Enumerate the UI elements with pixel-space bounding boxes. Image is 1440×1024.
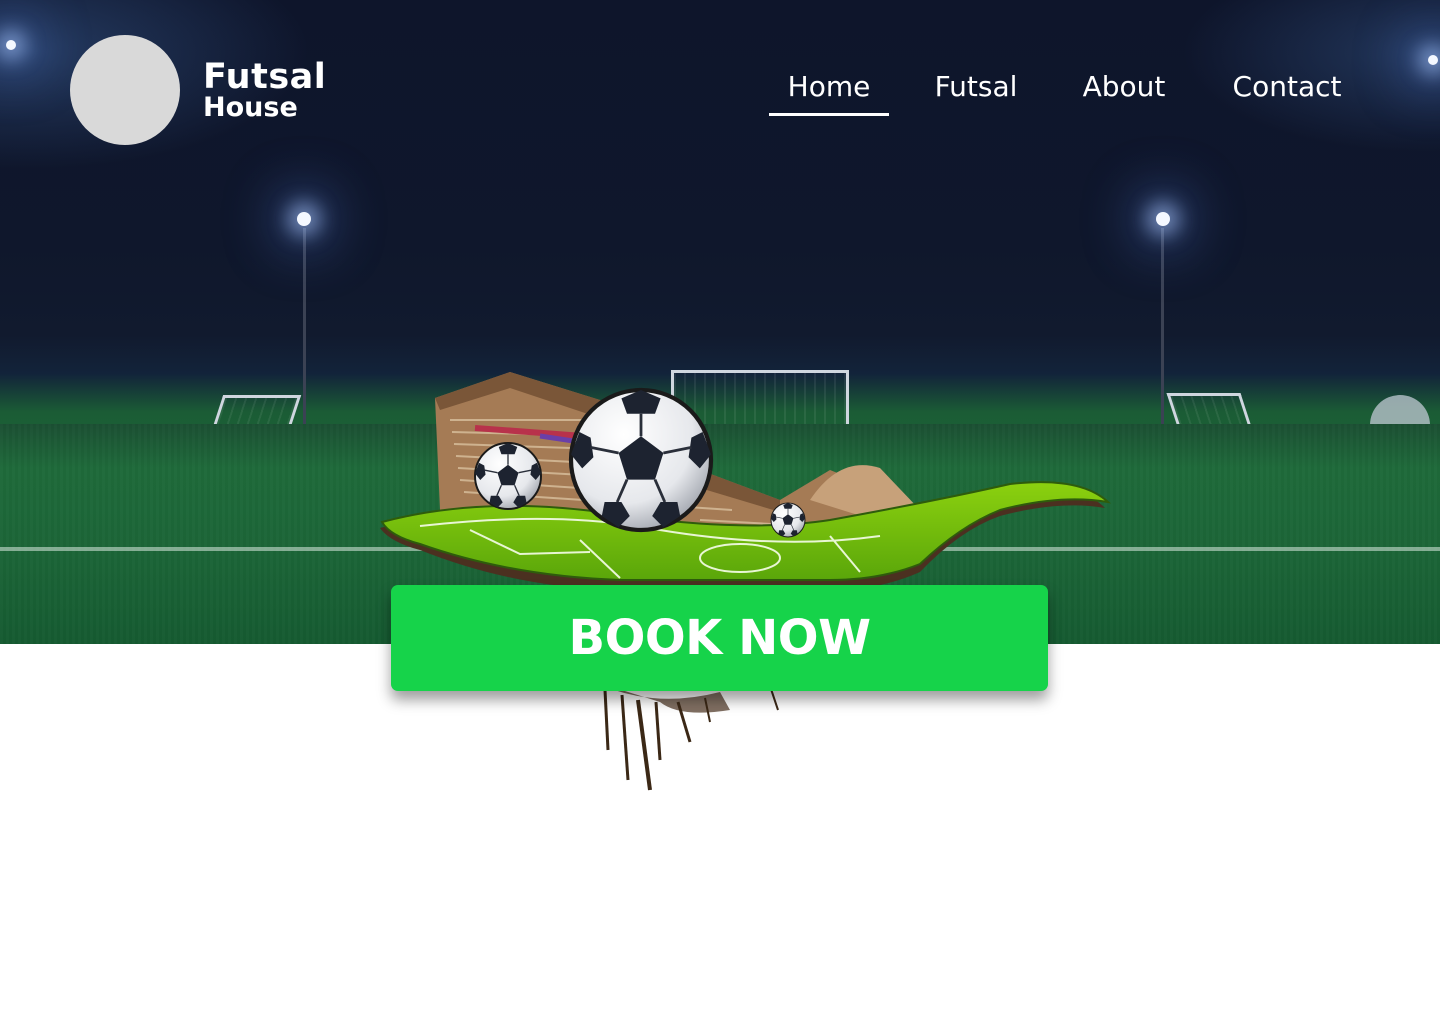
- soccer-ball-icon: [571, 390, 711, 530]
- floodlight: [1156, 212, 1170, 226]
- nav-active-underline: [769, 113, 889, 116]
- goal-post: [1166, 393, 1252, 427]
- floodlight-pole: [303, 228, 306, 428]
- nav-contact[interactable]: Contact: [1218, 66, 1356, 108]
- soccer-ball-icon: [474, 442, 542, 510]
- soccer-ball-icon: [770, 502, 806, 538]
- floodlight-pole: [1161, 228, 1164, 428]
- nav-about[interactable]: About: [1066, 66, 1182, 108]
- goal-post: [212, 395, 302, 427]
- stadium-illustration: [380, 372, 1112, 791]
- nav-home[interactable]: Home: [769, 66, 889, 108]
- floodlight: [1428, 55, 1438, 65]
- brand-name-line2: House: [203, 92, 298, 123]
- logo-placeholder[interactable]: [70, 35, 180, 145]
- floodlight: [297, 212, 311, 226]
- nav-futsal[interactable]: Futsal: [918, 66, 1034, 108]
- book-now-button[interactable]: BOOK NOW: [391, 585, 1048, 691]
- island-roots: [590, 680, 779, 791]
- floodlight: [6, 40, 16, 50]
